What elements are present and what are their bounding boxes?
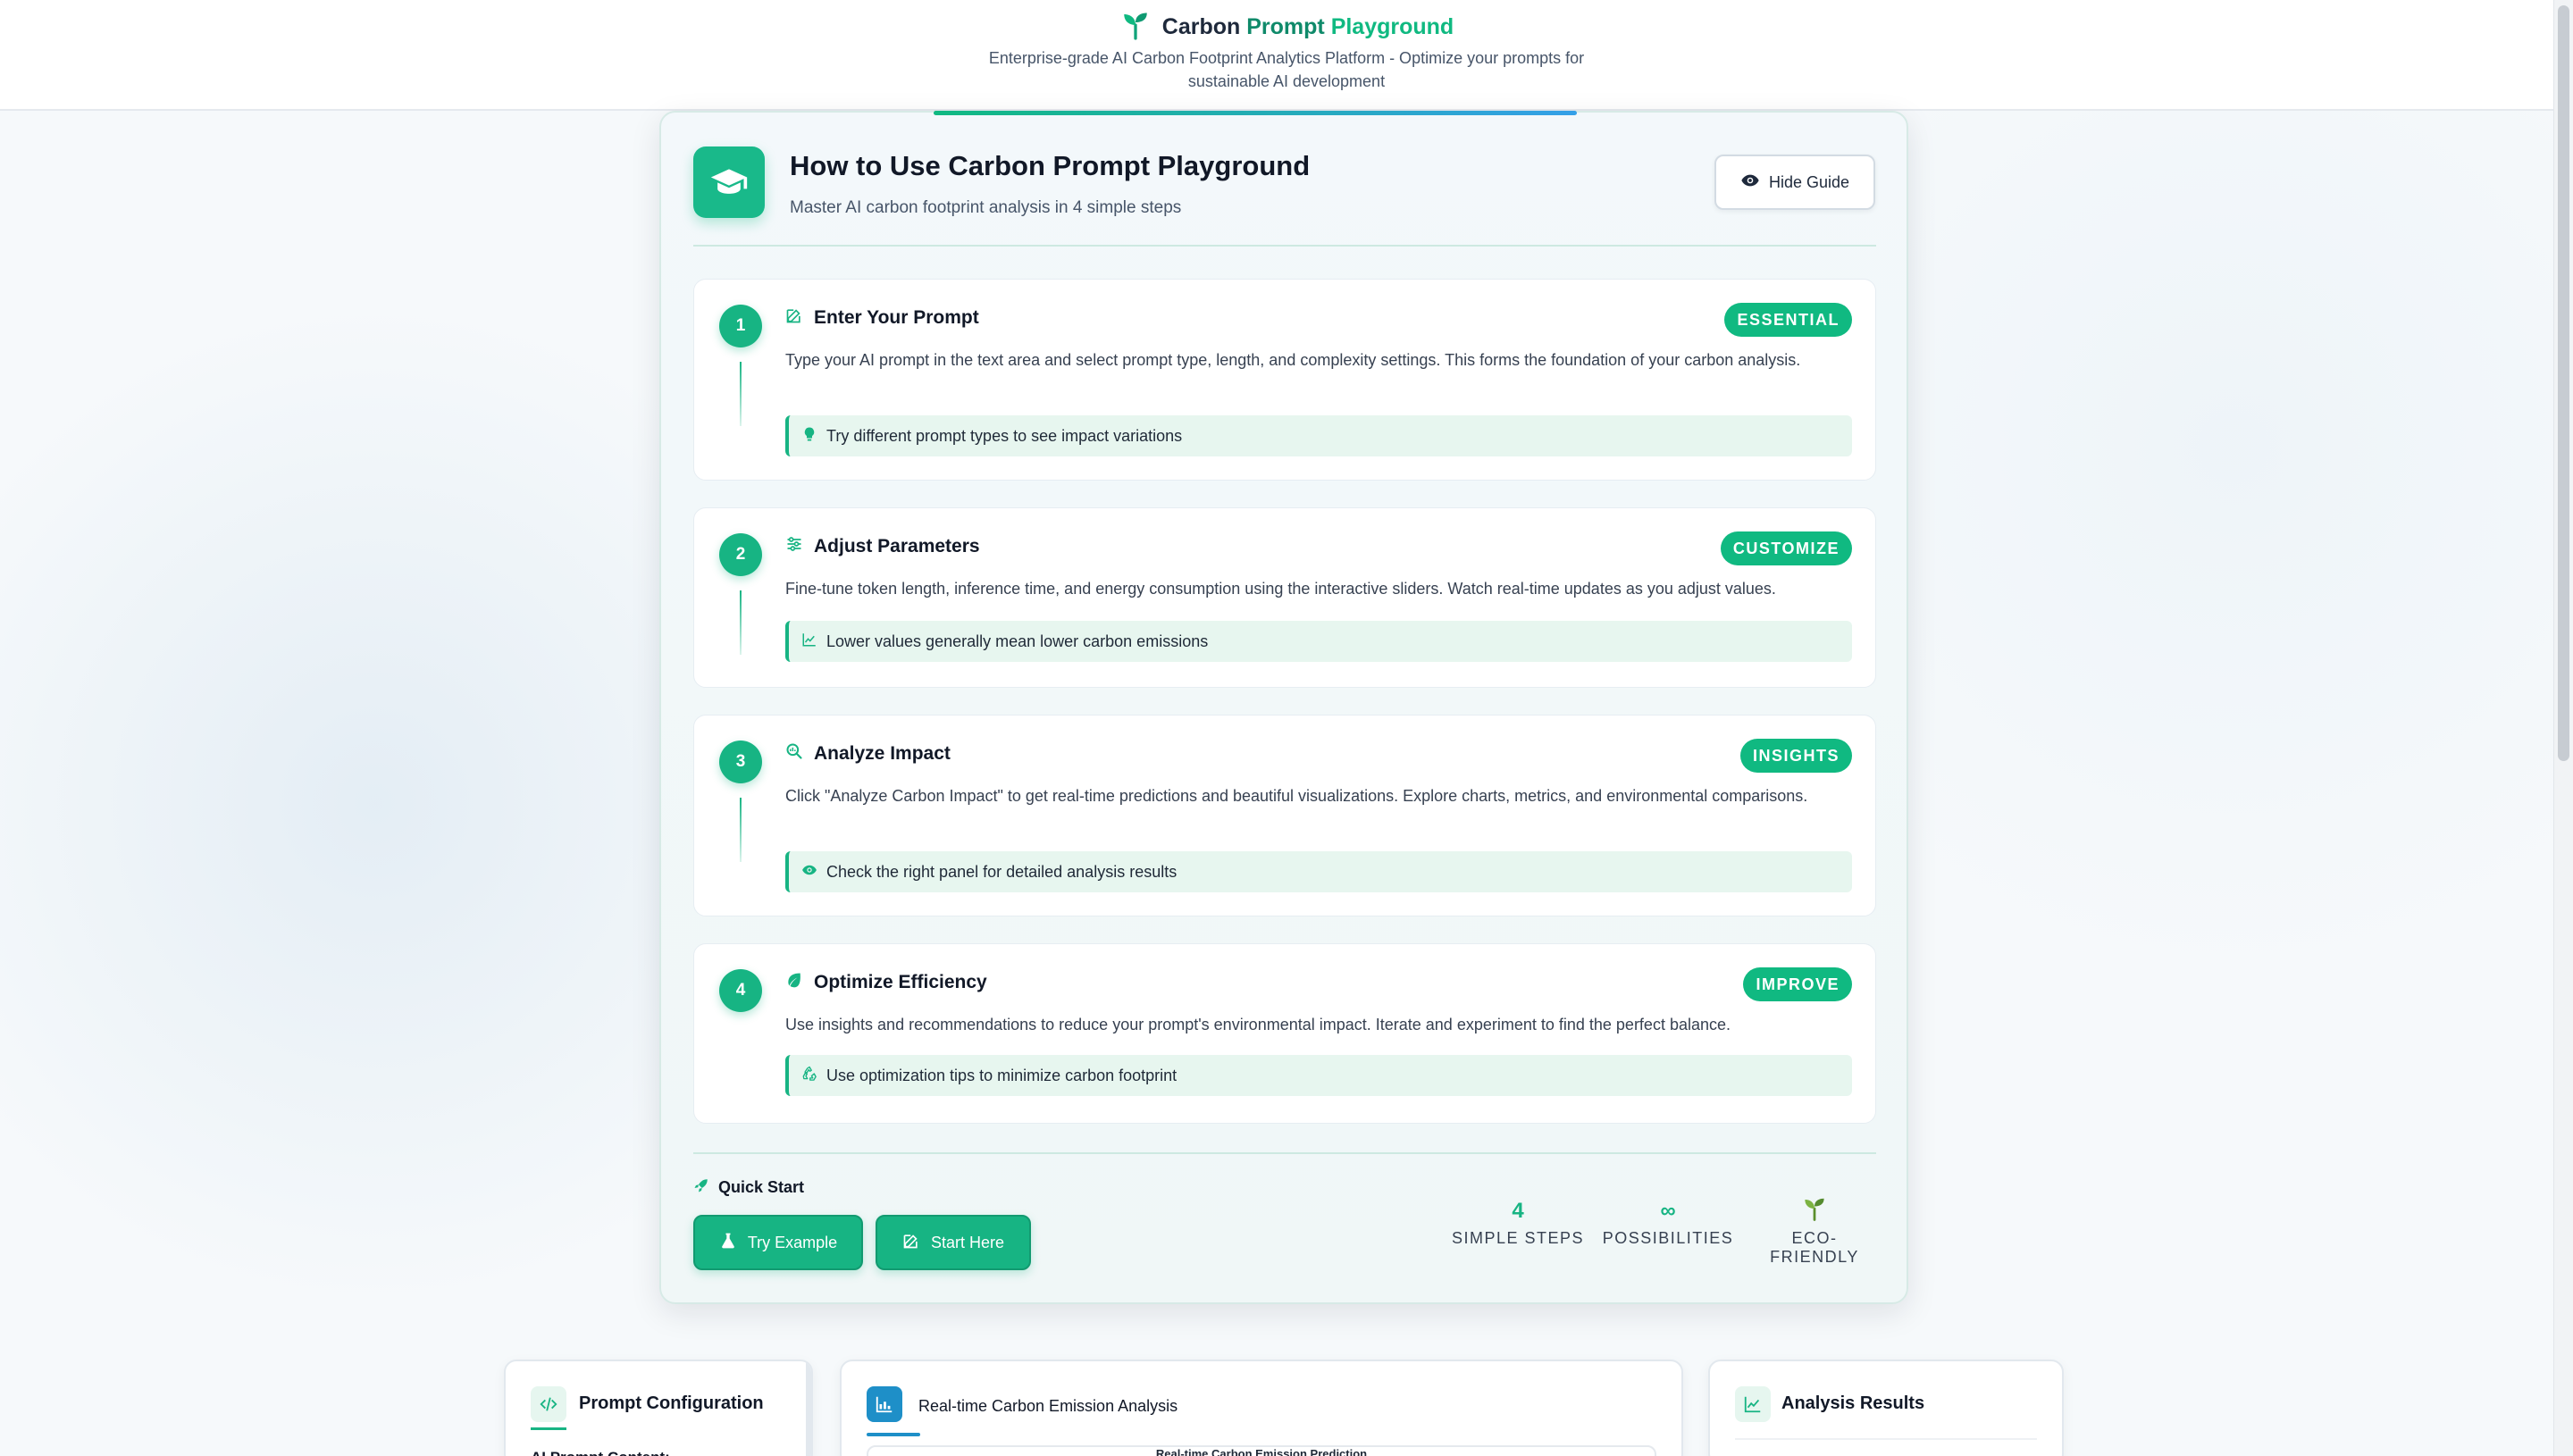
- guide-subtitle: Master AI carbon footprint analysis in 4…: [790, 198, 1182, 217]
- eye-icon: [801, 862, 817, 883]
- panel-title: Prompt Configuration: [579, 1393, 764, 1413]
- step-card-4: 4 Optimize Efficiency IMPROVE Use insigh…: [693, 943, 1876, 1124]
- brand[interactable]: Carbon Prompt Playground: [0, 9, 2573, 46]
- seedling-icon: [1801, 1195, 1828, 1228]
- chart-container: Real-time Carbon Emission Prediction: [867, 1445, 1656, 1456]
- step-card-1: 1 Enter Your Prompt ESSENTIAL Type your …: [693, 279, 1876, 481]
- eye-icon: [1740, 171, 1760, 195]
- chart-line-icon: [1735, 1386, 1771, 1422]
- scrollbar-thumb[interactable]: [2558, 5, 2569, 761]
- chart-line-icon: [801, 632, 817, 652]
- step-connector: [740, 590, 742, 655]
- leaf-icon: [785, 971, 803, 993]
- step-description: Fine-tune token length, inference time, …: [785, 580, 1776, 598]
- step-number: 3: [719, 741, 762, 783]
- step-badge: CUSTOMIZE: [1720, 531, 1852, 565]
- flask-icon: [719, 1232, 737, 1254]
- step-description: Use insights and recommendations to redu…: [785, 1016, 1731, 1033]
- stat-label: SIMPLE STEPS: [1451, 1229, 1585, 1247]
- divider: [1735, 1438, 2037, 1440]
- step-title: Adjust Parameters: [814, 535, 980, 556]
- guide-title: How to Use Carbon Prompt Playground: [790, 150, 1311, 181]
- step-number: 4: [719, 969, 762, 1012]
- step-tip: Check the right panel for detailed analy…: [785, 851, 1852, 892]
- edit-icon: [902, 1232, 920, 1254]
- try-example-button[interactable]: Try Example: [693, 1215, 863, 1270]
- stat-simple-steps: 4 SIMPLE STEPS: [1451, 1197, 1585, 1248]
- app-header: Carbon Prompt Playground Enterprise-grad…: [0, 0, 2573, 111]
- step-tip-text: Check the right panel for detailed analy…: [826, 862, 1178, 881]
- guide-accent-bar: [934, 111, 1577, 115]
- analysis-results-panel: Analysis Results: [1708, 1360, 2064, 1456]
- carbon-emission-chart-panel: Real-time Carbon Emission Analysis Real-…: [840, 1360, 1683, 1456]
- step-badge: ESSENTIAL: [1724, 303, 1852, 337]
- sliders-icon: [785, 535, 803, 557]
- step-title: Optimize Efficiency: [814, 971, 987, 992]
- stat-possibilities: ∞ POSSIBILITIES: [1601, 1197, 1735, 1248]
- how-to-guide: How to Use Carbon Prompt Playground Mast…: [659, 111, 1908, 1304]
- divider: [693, 1152, 1876, 1154]
- step-badge: IMPROVE: [1743, 967, 1852, 1001]
- chart-area-icon: [867, 1386, 902, 1422]
- stat-value: 4: [1512, 1199, 1524, 1223]
- step-description: Click "Analyze Carbon Impact" to get rea…: [785, 787, 1808, 805]
- panel-title: Analysis Results: [1781, 1393, 1925, 1413]
- start-here-button[interactable]: Start Here: [876, 1215, 1031, 1270]
- step-title: Enter Your Prompt: [814, 306, 979, 328]
- stat-value: ∞: [1660, 1199, 1676, 1223]
- step-number: 1: [719, 305, 762, 347]
- recycle-icon: [801, 1066, 817, 1086]
- search-chart-icon: [785, 742, 803, 765]
- step-tip-text: Use optimization tips to minimize carbon…: [826, 1066, 1178, 1084]
- lightbulb-icon: [801, 426, 817, 447]
- code-icon: [531, 1386, 566, 1422]
- step-title: Analyze Impact: [814, 742, 951, 764]
- divider: [693, 245, 1876, 247]
- step-tip: Try different prompt types to see impact…: [785, 415, 1852, 456]
- step-connector: [740, 798, 742, 862]
- app-subtitle: Enterprise-grade AI Carbon Footprint Ana…: [988, 49, 1585, 90]
- panel-scrollbar[interactable]: [806, 1361, 811, 1456]
- panel-icon-underline: [867, 1433, 920, 1436]
- step-tip: Use optimization tips to minimize carbon…: [785, 1055, 1852, 1096]
- edit-icon: [785, 306, 803, 329]
- hide-guide-button[interactable]: Hide Guide: [1714, 155, 1875, 210]
- stat-eco-friendly: ECO-FRIENDLY: [1747, 1197, 1882, 1267]
- step-tip-text: Lower values generally mean lower carbon…: [826, 632, 1209, 650]
- page-scrollbar[interactable]: [2553, 0, 2573, 1456]
- step-card-3: 3 Analyze Impact INSIGHTS Click "Analyze…: [693, 715, 1876, 916]
- step-number: 2: [719, 533, 762, 576]
- start-here-label: Start Here: [930, 1233, 1005, 1251]
- chart-title: Real-time Carbon Emission Prediction: [1155, 1447, 1368, 1456]
- try-example-label: Try Example: [747, 1233, 838, 1251]
- rocket-icon: [693, 1177, 709, 1198]
- step-tip: Lower values generally mean lower carbon…: [785, 621, 1852, 662]
- step-card-2: 2 Adjust Parameters CUSTOMIZE Fine-tune …: [693, 507, 1876, 688]
- quick-start-label: Quick Start: [693, 1177, 804, 1198]
- step-connector: [740, 362, 742, 426]
- stat-label: POSSIBILITIES: [1602, 1229, 1734, 1247]
- step-tip-text: Try different prompt types to see impact…: [826, 426, 1183, 445]
- panel-title: Real-time Carbon Emission Analysis: [918, 1397, 1178, 1415]
- seedling-icon: [1119, 9, 1152, 46]
- graduation-cap-icon: [693, 146, 765, 218]
- step-badge: INSIGHTS: [1739, 739, 1852, 773]
- hide-guide-label: Hide Guide: [1768, 172, 1850, 191]
- step-description: Type your AI prompt in the text area and…: [785, 351, 1801, 369]
- prompt-content-label: AI Prompt Content:: [531, 1449, 670, 1456]
- app-title: Carbon Prompt Playground: [1161, 14, 1454, 39]
- prompt-configuration-panel: Prompt Configuration AI Prompt Content:: [504, 1360, 813, 1456]
- stat-label: ECO-FRIENDLY: [1770, 1229, 1859, 1266]
- panel-icon-underline: [531, 1427, 566, 1430]
